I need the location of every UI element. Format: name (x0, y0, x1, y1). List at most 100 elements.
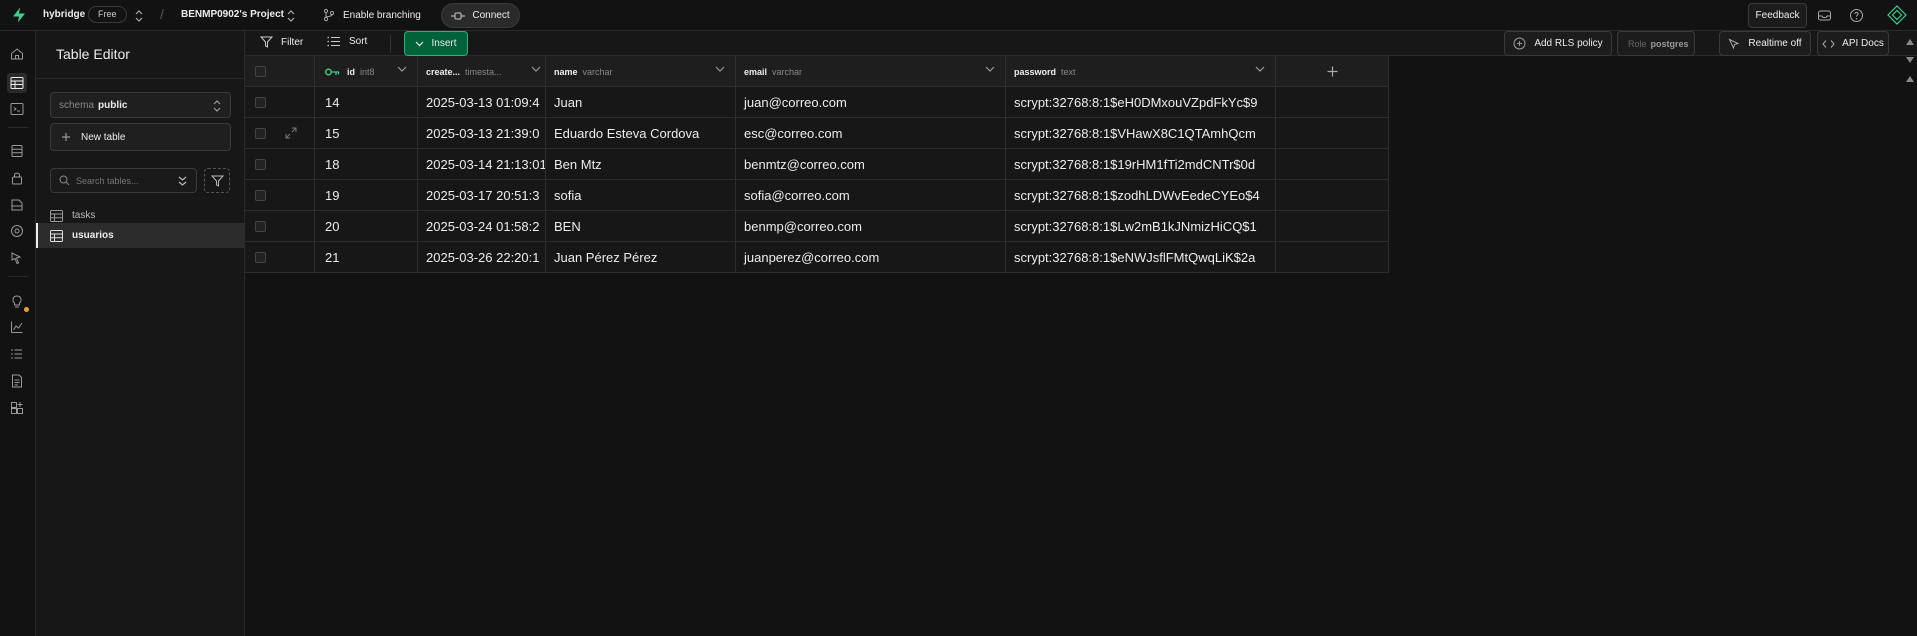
chevrons-down-icon[interactable] (177, 175, 188, 187)
cell-created-at[interactable]: 2025-03-17 20:51:3 (418, 180, 546, 211)
cell-password[interactable]: scrypt:32768:8:1$Lw2mB1kJNmizHiCQ$1 (1006, 211, 1276, 242)
table-row[interactable]: 15 2025-03-13 21:39:0 Eduardo Esteva Cor… (245, 118, 1389, 149)
expand-row-icon[interactable] (285, 127, 297, 139)
help-icon[interactable] (1849, 8, 1864, 23)
enable-branching-button[interactable]: Enable branching (322, 4, 421, 26)
add-rls-policy-button[interactable]: Add RLS policy (1504, 31, 1612, 56)
sort-list-icon (327, 36, 340, 47)
org-name[interactable]: hybridge (43, 9, 85, 20)
new-table-button[interactable]: New table (50, 123, 231, 151)
chevron-down-icon[interactable] (715, 66, 725, 72)
cell-email[interactable]: benmtz@correo.com (736, 149, 1006, 180)
cell-email[interactable]: benmp@correo.com (736, 211, 1006, 242)
feedback-button[interactable]: Feedback (1748, 3, 1807, 28)
role-select[interactable]: Role postgres (1617, 31, 1695, 56)
cell-created-at[interactable]: 2025-03-24 01:58:2 (418, 211, 546, 242)
cell-name[interactable]: BEN (546, 211, 736, 242)
rail-divider (8, 276, 28, 277)
filter-tables-button[interactable] (204, 168, 230, 193)
search-tables-input[interactable] (76, 175, 171, 186)
add-column-button[interactable] (1276, 56, 1389, 87)
cell-created-at[interactable]: 2025-03-13 21:39:0 (418, 118, 546, 149)
cell-created-at[interactable]: 2025-03-13 01:09:4 (418, 87, 546, 118)
cell-email[interactable]: sofia@correo.com (736, 180, 1006, 211)
table-item-usuarios[interactable]: usuarios (36, 223, 245, 248)
api-docs-icon[interactable] (9, 373, 25, 389)
chevron-down-icon[interactable] (531, 66, 541, 72)
cell-name[interactable]: Ben Mtz (546, 149, 736, 180)
integrations-icon[interactable] (9, 400, 25, 416)
enable-branching-label: Enable branching (343, 9, 421, 21)
home-icon[interactable] (9, 46, 25, 62)
cell-email[interactable]: juan@correo.com (736, 87, 1006, 118)
supabase-logo-icon[interactable] (10, 6, 28, 24)
scroll-down-icon[interactable] (1905, 56, 1915, 64)
row-checkbox[interactable] (255, 128, 266, 139)
org-switcher-icon[interactable] (134, 9, 144, 23)
cell-created-at[interactable]: 2025-03-26 22:20:1 (418, 242, 546, 273)
row-checkbox[interactable] (255, 159, 266, 170)
table-editor-icon[interactable] (7, 73, 27, 93)
cell-id[interactable]: 18 (315, 149, 418, 180)
column-header-created[interactable]: create... timesta... (418, 56, 546, 87)
lock-icon[interactable] (9, 170, 25, 186)
table-row[interactable]: 21 2025-03-26 22:20:1 Juan Pérez Pérez j… (245, 242, 1389, 273)
chevron-down-icon[interactable] (397, 66, 407, 72)
cell-id[interactable]: 14 (315, 87, 418, 118)
row-checkbox[interactable] (255, 97, 266, 108)
chevron-down-icon[interactable] (1255, 66, 1265, 72)
cell-name[interactable]: Eduardo Esteva Cordova (546, 118, 736, 149)
project-switcher-icon[interactable] (286, 9, 296, 23)
cell-id[interactable]: 15 (315, 118, 418, 149)
api-docs-button[interactable]: API Docs (1817, 31, 1889, 56)
cell-id[interactable]: 19 (315, 180, 418, 211)
cell-name[interactable]: Juan Pérez Pérez (546, 242, 736, 273)
sort-button[interactable]: Sort (327, 36, 367, 47)
cell-email[interactable]: juanperez@correo.com (736, 242, 1006, 273)
scroll-up-icon[interactable] (1905, 38, 1915, 46)
cell-id[interactable]: 21 (315, 242, 418, 273)
scroll-up-icon[interactable] (1905, 75, 1915, 83)
column-header-password[interactable]: password text (1006, 56, 1276, 87)
connect-button[interactable]: Connect (441, 3, 520, 28)
logs-list-icon[interactable] (9, 346, 25, 362)
cell-id[interactable]: 20 (315, 211, 418, 242)
cell-password[interactable]: scrypt:32768:8:1$zodhLDWvEedeCYEo$4 (1006, 180, 1276, 211)
cell-name[interactable]: Juan (546, 87, 736, 118)
inbox-icon[interactable] (1817, 8, 1832, 23)
cell-password[interactable]: scrypt:32768:8:1$19rHM1fTi2mdCNTr$0d (1006, 149, 1276, 180)
cell-created-at[interactable]: 2025-03-14 21:13:01 (418, 149, 546, 180)
assistant-icon[interactable] (1887, 5, 1907, 25)
cell-name[interactable]: sofia (546, 180, 736, 211)
insert-button[interactable]: Insert (404, 31, 468, 56)
chevron-down-icon[interactable] (985, 66, 995, 72)
schema-select[interactable]: schema public (50, 92, 231, 118)
database-icon[interactable] (9, 143, 25, 159)
cell-password[interactable]: scrypt:32768:8:1$VHawX8C1QTAmhQcm (1006, 118, 1276, 149)
table-row[interactable]: 20 2025-03-24 01:58:2 BEN benmp@correo.c… (245, 211, 1389, 242)
row-checkbox[interactable] (255, 190, 266, 201)
column-header-id[interactable]: id int8 (315, 56, 418, 87)
row-checkbox[interactable] (255, 221, 266, 232)
sql-editor-icon[interactable] (9, 101, 25, 117)
project-name[interactable]: BENMP0902's Project (181, 9, 284, 20)
search-tables-box[interactable] (50, 168, 197, 193)
column-header-email[interactable]: email varchar (736, 56, 1006, 87)
filter-button[interactable]: Filter (260, 36, 303, 48)
row-checkbox[interactable] (255, 252, 266, 263)
select-all-checkbox[interactable] (255, 66, 266, 77)
cell-password[interactable]: scrypt:32768:8:1$eNWJsflFMtQwqLiK$2a (1006, 242, 1276, 273)
storage-icon[interactable] (9, 197, 25, 213)
cell-email[interactable]: esc@correo.com (736, 118, 1006, 149)
sidebar-divider (36, 78, 245, 79)
cell-password[interactable]: scrypt:32768:8:1$eH0DMxouVZpdFkYc$9 (1006, 87, 1276, 118)
advisors-lightbulb-icon[interactable] (9, 293, 25, 309)
table-row[interactable]: 19 2025-03-17 20:51:3 sofia sofia@correo… (245, 180, 1389, 211)
realtime-icon[interactable] (9, 250, 25, 266)
reports-chart-icon[interactable] (9, 319, 25, 335)
table-row[interactable]: 18 2025-03-14 21:13:01 Ben Mtz benmtz@co… (245, 149, 1389, 180)
functions-icon[interactable] (9, 223, 25, 239)
realtime-toggle-button[interactable]: Realtime off (1719, 31, 1811, 56)
table-row[interactable]: 14 2025-03-13 01:09:4 Juan juan@correo.c… (245, 87, 1389, 118)
column-header-name[interactable]: name varchar (546, 56, 736, 87)
